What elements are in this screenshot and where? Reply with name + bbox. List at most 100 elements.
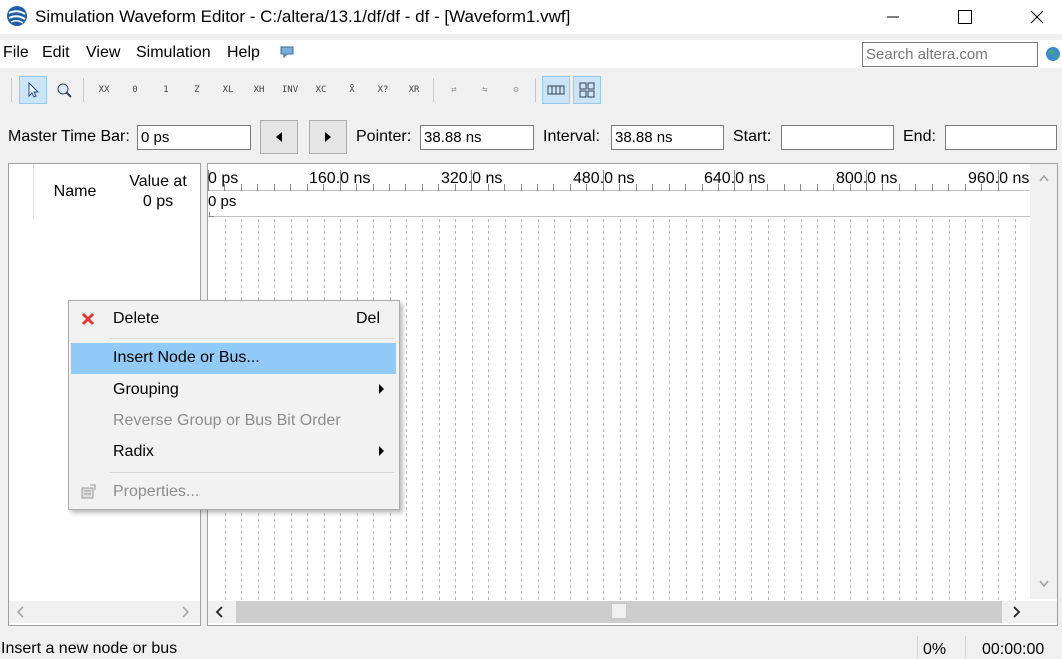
pointer-input[interactable]: 38.88 ns — [420, 125, 534, 150]
menu-item-properties: Properties... — [71, 477, 396, 508]
properties-icon — [81, 484, 96, 499]
arbitrary-value-icon[interactable]: X? — [369, 76, 397, 104]
value-column-header[interactable]: Value at 0 ps — [116, 164, 200, 219]
maximize-icon — [958, 10, 972, 24]
interval-input[interactable]: 38.88 ns — [611, 125, 724, 150]
snap-to-grid-icon[interactable] — [542, 76, 570, 104]
radix-label: Radix — [113, 443, 154, 460]
menu-edit[interactable]: Edit — [42, 44, 70, 62]
end-input[interactable] — [945, 125, 1057, 150]
insert-label: Insert Node or Bus... — [113, 349, 260, 366]
master-time-bar-label: Master Time Bar: — [8, 128, 130, 145]
quartus-app-icon — [7, 6, 27, 26]
toolbar-grip — [11, 78, 12, 102]
tick-label: 960.0 ns — [968, 170, 1030, 187]
name-column-header[interactable]: Name — [34, 164, 116, 219]
menu-simulation[interactable]: Simulation — [136, 44, 211, 62]
end-label: End: — [903, 128, 936, 145]
time-cursor-marker — [209, 212, 214, 217]
tick-label: 0 ps — [208, 170, 239, 187]
menu-item-grouping[interactable]: Grouping — [71, 375, 396, 406]
tick-label: 320.0 ns — [441, 170, 503, 187]
selection-tool-icon[interactable] — [19, 76, 47, 104]
master-time-bar-input[interactable]: 0 ps — [137, 125, 251, 150]
menu-separator — [109, 338, 395, 339]
close-icon — [1030, 10, 1044, 24]
count-value-icon[interactable]: XC — [307, 76, 335, 104]
scroll-right-icon[interactable] — [181, 606, 189, 618]
scroll-left-icon[interactable] — [17, 606, 25, 618]
hscroll-thumb[interactable] — [611, 603, 627, 619]
status-message: Insert a new node or bus — [1, 640, 178, 657]
master-time-cursor-label: 0 ps — [208, 193, 237, 210]
start-input[interactable] — [781, 125, 894, 150]
toolbar-separator — [83, 78, 84, 102]
menu-item-reverse-bit-order: Reverse Group or Bus Bit Order — [71, 406, 396, 437]
node-list-hscrollbar[interactable] — [9, 601, 200, 623]
random-value-icon[interactable]: XR — [400, 76, 428, 104]
scrollbar-corner — [1030, 601, 1057, 623]
run-timing-simulation-icon[interactable]: ⇆ — [471, 76, 499, 104]
menu-view[interactable]: View — [86, 44, 120, 62]
next-transition-button[interactable] — [309, 120, 347, 154]
grouping-label: Grouping — [113, 381, 179, 398]
search-input[interactable]: Search altera.com — [862, 42, 1038, 67]
delete-icon — [81, 312, 95, 326]
arrow-left-icon — [276, 132, 282, 142]
value-header-line1: Value at — [129, 172, 187, 190]
menu-item-radix[interactable]: Radix — [71, 437, 396, 468]
force-low-icon[interactable]: 0 — [121, 76, 149, 104]
close-button[interactable] — [1014, 0, 1060, 34]
generate-netlist-icon[interactable]: ⚙ — [502, 76, 530, 104]
zoom-tool-icon[interactable] — [50, 76, 78, 104]
toolbar-separator — [433, 78, 434, 102]
status-separator — [965, 636, 966, 658]
menu-file[interactable]: File — [3, 44, 29, 62]
minimize-button[interactable] — [870, 0, 916, 34]
window-title: Simulation Waveform Editor - C:/altera/1… — [35, 7, 571, 26]
toolbar-separator — [535, 78, 536, 102]
menu-item-insert-node-or-bus[interactable]: Insert Node or Bus... — [71, 343, 396, 374]
reverse-label: Reverse Group or Bus Bit Order — [113, 412, 341, 429]
status-progress: 0% — [923, 641, 947, 658]
scroll-left-icon[interactable] — [215, 606, 224, 618]
whats-this-icon[interactable] — [279, 45, 295, 59]
tick-label: 800.0 ns — [836, 170, 898, 187]
maximize-button[interactable] — [942, 0, 988, 34]
submenu-arrow-icon — [379, 446, 384, 456]
force-weak-low-icon[interactable]: XL — [214, 76, 242, 104]
scroll-down-icon[interactable] — [1039, 580, 1049, 588]
invert-icon[interactable]: INV — [276, 76, 304, 104]
submenu-arrow-icon — [379, 384, 384, 394]
menu-item-delete[interactable]: Delete Del — [71, 304, 396, 335]
run-functional-simulation-icon[interactable]: ⇄ — [440, 76, 468, 104]
previous-transition-button[interactable] — [260, 120, 298, 154]
waveform-grid-icon[interactable] — [573, 76, 601, 104]
arrow-right-icon — [325, 132, 331, 142]
properties-label: Properties... — [113, 483, 200, 500]
status-separator — [917, 636, 918, 658]
minimize-icon — [887, 16, 899, 18]
scroll-up-icon[interactable] — [1039, 174, 1049, 182]
overwrite-clock-icon[interactable]: X̄ — [338, 76, 366, 104]
menu-help[interactable]: Help — [227, 44, 260, 62]
delete-label: Delete — [113, 310, 160, 327]
delete-shortcut: Del — [355, 310, 380, 327]
tick-label: 160.0 ns — [309, 170, 371, 187]
scroll-right-icon[interactable] — [1012, 606, 1021, 618]
tick-label: 640.0 ns — [704, 170, 766, 187]
force-high-icon[interactable]: 1 — [152, 76, 180, 104]
globe-icon[interactable] — [1045, 46, 1061, 62]
force-weak-high-icon[interactable]: XH — [245, 76, 273, 104]
master-time-bar-row[interactable] — [208, 191, 1030, 217]
interval-label: Interval: — [543, 128, 600, 145]
start-label: Start: — [733, 128, 772, 145]
waveform-vscrollbar[interactable] — [1030, 164, 1057, 599]
pointer-label: Pointer: — [356, 128, 412, 145]
menu-separator — [109, 472, 395, 473]
force-unknown-icon[interactable]: XX — [90, 76, 118, 104]
value-header-line2: 0 ps — [142, 192, 174, 210]
status-elapsed-time: 00:00:00 — [982, 641, 1045, 658]
tick-label: 480.0 ns — [573, 170, 635, 187]
force-high-impedance-icon[interactable]: Z — [183, 76, 211, 104]
